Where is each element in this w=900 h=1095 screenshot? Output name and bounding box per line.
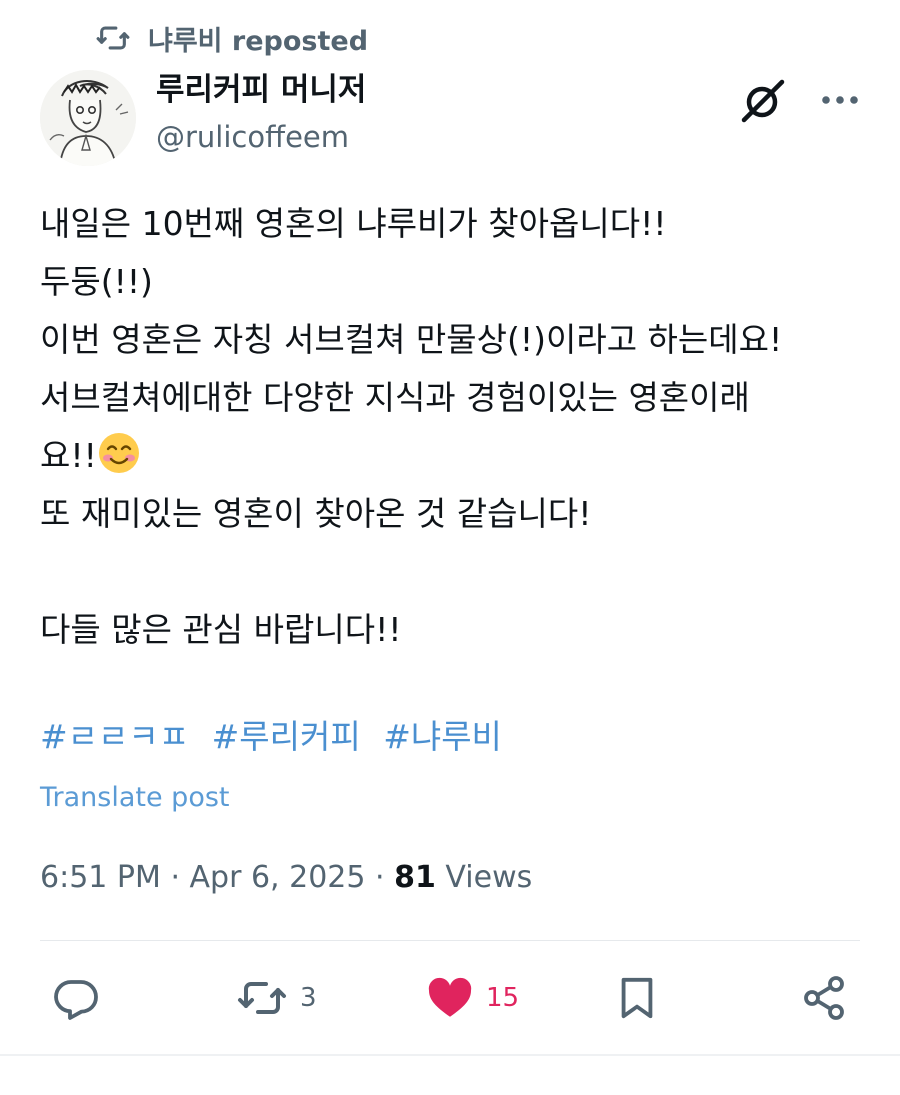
post-date[interactable]: Apr 6, 2025 [190, 860, 366, 895]
divider [0, 1054, 900, 1056]
smiling-face-emoji-icon [98, 433, 139, 473]
post-line: 서브컬쳐에대한 다양한 지식과 경험이있는 영혼이래 [40, 378, 750, 417]
post-line: 이번 영혼은 자칭 서브컬쳐 만물상(!)이라고 하는데요! [40, 320, 783, 359]
repost-count: 3 [300, 983, 317, 1013]
share-icon [804, 976, 844, 1020]
views-count: 81 [394, 860, 436, 895]
grok-icon[interactable] [738, 76, 788, 126]
repost-button[interactable]: 3 [236, 972, 317, 1024]
post-line: 또 재미있는 영혼이 찾아온 것 같습니다! [40, 494, 592, 533]
hashtags: #ㄹㄹㅋㅍ #루리커피 #냐루비 [40, 712, 514, 762]
meta-separator: · [375, 860, 385, 895]
reply-button[interactable] [52, 972, 100, 1024]
post-line: 다들 많은 관심 바랍니다!! [40, 610, 402, 649]
post-text: 내일은 10번째 영혼의 냐루비가 찾아옵니다!! 두둥(!!) 이번 영혼은 … [40, 195, 870, 659]
repost-icon [96, 26, 130, 50]
views-label: Views [445, 860, 533, 895]
repost-icon [238, 982, 286, 1014]
author-handle[interactable]: @rulicoffeem [156, 118, 349, 156]
meta-separator: · [170, 860, 180, 895]
post-time[interactable]: 6:51 PM [40, 860, 161, 895]
reply-icon [54, 980, 98, 1020]
divider [40, 940, 860, 941]
heart-icon [428, 977, 472, 1017]
bookmark-button[interactable] [614, 972, 660, 1024]
repost-label: 냐루비 reposted [148, 25, 369, 57]
avatar[interactable] [40, 70, 136, 166]
bookmark-icon [621, 977, 653, 1019]
post-line-with-emoji: 요!! [40, 427, 870, 485]
post-line: 요!! [40, 436, 97, 475]
avatar-sketch-icon [40, 70, 136, 166]
like-button[interactable]: 15 [426, 972, 519, 1024]
post-line: 두둥(!!) [40, 262, 153, 301]
translate-post-link[interactable]: Translate post [40, 778, 230, 818]
repost-indicator[interactable]: 냐루비 reposted [96, 20, 369, 57]
like-count: 15 [486, 983, 520, 1013]
hashtag-link[interactable]: #ㄹㄹㅋㅍ [40, 717, 189, 756]
post-meta: 6:51 PM · Apr 6, 2025 · 81 Views [40, 856, 532, 900]
more-icon[interactable] [818, 88, 862, 112]
hashtag-link[interactable]: #루리커피 [212, 717, 361, 756]
author-name[interactable]: 루리커피 머니저 [156, 70, 366, 110]
post-line [40, 543, 870, 601]
post-line: 내일은 10번째 영혼의 냐루비가 찾아옵니다!! [40, 204, 667, 243]
share-button[interactable] [800, 972, 848, 1024]
hashtag-link[interactable]: #냐루비 [383, 717, 502, 756]
